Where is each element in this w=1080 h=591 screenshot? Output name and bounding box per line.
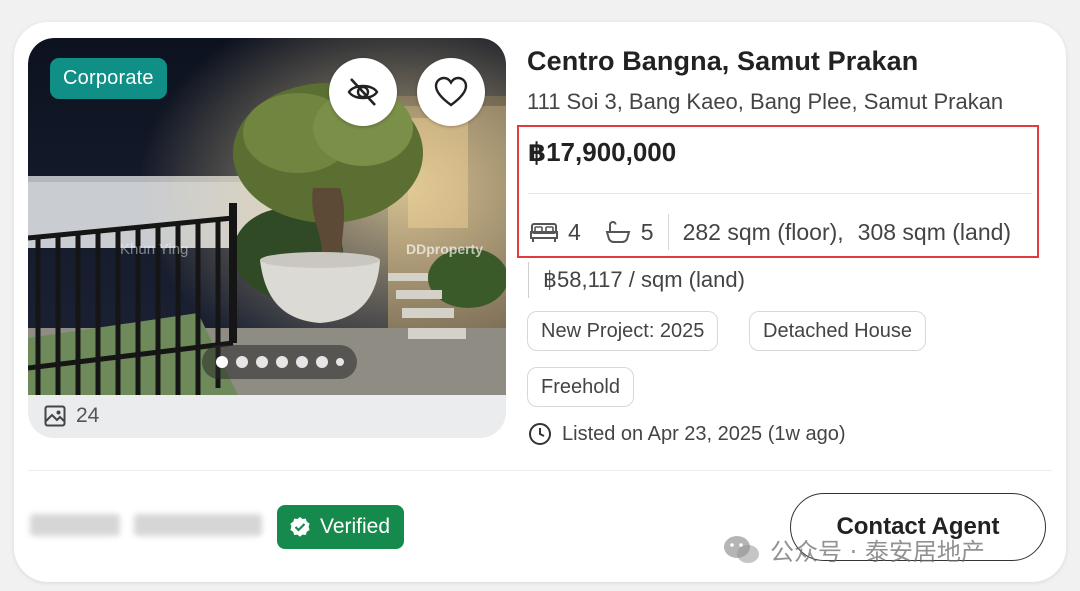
photo-watermark-agent: Khun Ying [120, 241, 188, 258]
carousel-dot[interactable] [295, 356, 308, 368]
photo-icon [44, 405, 66, 427]
tag-tenure: Freehold [527, 367, 634, 407]
baths-spec: 5 [605, 219, 654, 246]
carousel-dot[interactable] [275, 356, 288, 368]
hide-icon [347, 78, 379, 106]
verified-check-icon [290, 517, 310, 537]
price-divider [528, 193, 1032, 194]
wechat-icon [724, 535, 759, 563]
agent-name-blur-part [134, 514, 262, 536]
heart-icon [434, 76, 468, 107]
photo-gallery[interactable]: Khun Ying DDproperty Corporate 24 [28, 38, 506, 438]
agent-name-blurred[interactable] [30, 514, 262, 536]
wechat-watermark: 公众号 · 泰安居地产 [722, 532, 985, 567]
photo-count: 24 [44, 404, 99, 428]
beds-value: 4 [568, 218, 581, 245]
tag-property-type: Detached House [749, 311, 926, 351]
bath-icon [605, 220, 631, 243]
carousel-indicator[interactable] [202, 345, 357, 379]
favorite-button[interactable] [417, 58, 485, 126]
photo-watermark-brand: DDproperty [406, 241, 483, 257]
corporate-badge: Corporate [50, 58, 167, 99]
listing-title[interactable]: Centro Bangna, Samut Prakan [527, 46, 918, 77]
hide-listing-button[interactable] [329, 58, 397, 126]
clock-icon [529, 423, 551, 445]
carousel-dot[interactable] [315, 356, 328, 368]
listing-price: ฿17,900,000 [528, 137, 677, 167]
bed-icon [530, 223, 558, 242]
footer-divider [28, 470, 1052, 471]
carousel-dot[interactable] [255, 356, 268, 368]
carousel-dot[interactable] [215, 356, 228, 368]
baths-value: 5 [640, 218, 654, 245]
agent-name-blur-part [30, 514, 120, 536]
watermark-text: 公众号 · 泰安居地产 [770, 538, 985, 566]
beds-spec: 4 [530, 219, 581, 246]
verified-label: Verified [320, 515, 391, 538]
price-per-sqm: ฿58,117 / sqm (land) [528, 262, 745, 298]
land-area: 308 sqm (land) [857, 218, 1012, 245]
floor-area: 282 sqm (floor), [682, 218, 844, 245]
listed-date-text: Listed on Apr 23, 2025 (1w ago) [562, 422, 846, 445]
listing-address: 111 Soi 3, Bang Kaeo, Bang Plee, Samut P… [527, 89, 1004, 114]
listed-date: Listed on Apr 23, 2025 (1w ago) [528, 422, 846, 446]
carousel-dot[interactable] [335, 358, 344, 366]
carousel-dot[interactable] [235, 356, 248, 368]
specs-separator [667, 214, 669, 250]
listing-specs: 4 5 282 sqm (floor), 308 sqm (land) [530, 212, 1011, 252]
tag-new-project: New Project: 2025 [527, 311, 719, 351]
verified-badge: Verified [277, 505, 405, 549]
photo-count-value: 24 [76, 404, 100, 427]
